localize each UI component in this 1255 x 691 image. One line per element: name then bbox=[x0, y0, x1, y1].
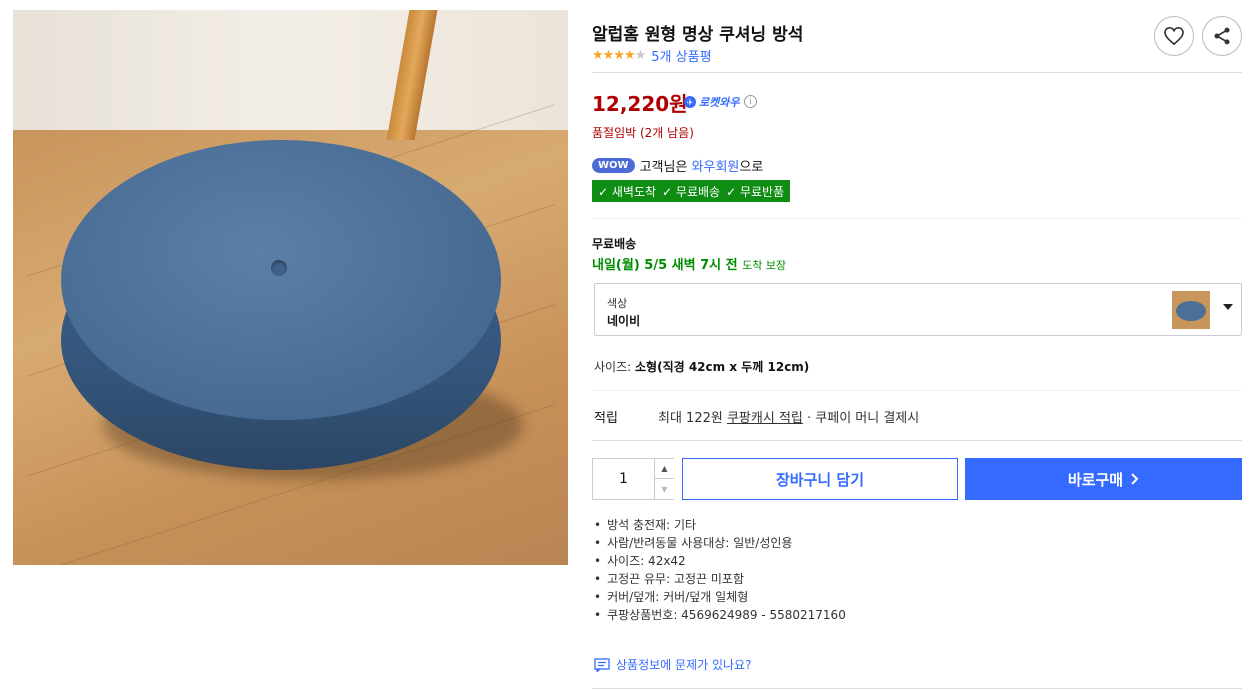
size-value: 소형(직경 42cm x 두께 12cm) bbox=[635, 360, 810, 374]
arrival-date: 내일(월) 5/5 새벽 7시 전 도착 보장 bbox=[592, 254, 786, 273]
rocket-label: 로켓와우 bbox=[699, 96, 740, 109]
add-to-cart-button[interactable]: 장바구니 담기 bbox=[682, 458, 958, 500]
coupang-cash-link[interactable]: 쿠팡캐시 적립 bbox=[727, 407, 803, 426]
star-icon: ★ bbox=[602, 48, 615, 63]
share-button[interactable] bbox=[1202, 16, 1242, 56]
report-issue-label: 상품정보에 문제가 있나요? bbox=[616, 658, 752, 672]
star-icon: ★ bbox=[592, 48, 604, 63]
caret-down-icon bbox=[1223, 304, 1233, 310]
rating-stars: ★★★★★ bbox=[592, 48, 647, 63]
attribute-item: 쿠팡상품번호: 4569624989 - 5580217160 bbox=[594, 606, 846, 624]
product-rating[interactable]: ★★★★★ 5개 상품평 bbox=[592, 46, 712, 65]
size-info: 사이즈: 소형(직경 42cm x 두께 12cm) bbox=[594, 358, 809, 375]
shipping-label: 무료배송 bbox=[592, 237, 637, 251]
share-icon bbox=[1214, 27, 1230, 45]
quantity-input[interactable] bbox=[593, 459, 654, 499]
benefit-dawn-delivery: 새벽도착 bbox=[598, 183, 656, 200]
divider bbox=[592, 72, 1242, 73]
product-title: 알럽홈 원형 명상 쿠셔닝 방석 bbox=[592, 25, 804, 45]
rocket-badge: ✈ 로켓와우 bbox=[684, 94, 739, 110]
product-info-panel: 알럽홈 원형 명상 쿠셔닝 방석 ★★★★★ 5개 상품평 12,220원 ✈ … bbox=[592, 0, 1242, 691]
option-thumbnail bbox=[1172, 291, 1210, 329]
option-label: 색상 bbox=[607, 297, 628, 310]
wow-text-after: 으로 bbox=[739, 160, 764, 175]
star-empty-icon: ★ bbox=[634, 48, 647, 63]
product-main-image[interactable] bbox=[13, 10, 568, 565]
divider bbox=[592, 440, 1242, 441]
wow-member-line: WOW 고객님은 와우회원 으로 bbox=[592, 156, 763, 175]
quantity-decrease-icon[interactable]: ▼ bbox=[654, 479, 674, 499]
reward-info: 적립 최대 122원 쿠팡캐시 적립 · 쿠페이 머니 결제시 bbox=[594, 407, 919, 426]
arrival-date-text: 내일(월) 5/5 새벽 7시 전 bbox=[592, 258, 738, 273]
buy-now-label: 바로구매 bbox=[1067, 470, 1124, 489]
star-icon: ★ bbox=[623, 48, 636, 63]
reward-suffix: · 쿠페이 머니 결제시 bbox=[807, 411, 920, 426]
info-icon[interactable]: i bbox=[744, 95, 757, 108]
reward-prefix: 최대 122원 bbox=[658, 411, 723, 426]
size-label: 사이즈: bbox=[594, 360, 632, 374]
reward-label: 적립 bbox=[594, 411, 618, 426]
attribute-item: 사람/반려동물 사용대상: 일반/성인용 bbox=[594, 534, 846, 552]
option-value: 네이비 bbox=[607, 314, 641, 328]
wow-text-before: 고객님은 bbox=[639, 160, 688, 175]
divider bbox=[592, 688, 1242, 689]
image-cushion-top bbox=[61, 140, 501, 420]
buy-now-button[interactable]: 바로구매 bbox=[965, 458, 1242, 500]
color-option-select[interactable]: 색상 네이비 bbox=[594, 283, 1242, 336]
wow-benefits-badge: 새벽도착 무료배송 무료반품 bbox=[592, 180, 791, 202]
product-price: 12,220원 bbox=[592, 92, 688, 116]
quantity-stepper: ▲ ▼ bbox=[592, 458, 674, 500]
benefit-free-return: 무료반품 bbox=[726, 183, 784, 200]
attribute-item: 사이즈: 42x42 bbox=[594, 552, 846, 570]
product-attributes: 방석 충전재: 기타 사람/반려동물 사용대상: 일반/성인용 사이즈: 42x… bbox=[594, 516, 846, 624]
divider bbox=[592, 218, 1242, 219]
chevron-right-icon bbox=[1131, 473, 1139, 485]
review-count-link[interactable]: 5개 상품평 bbox=[651, 46, 711, 65]
benefit-free-shipping: 무료배송 bbox=[662, 183, 720, 200]
rocket-icon: ✈ bbox=[684, 96, 696, 108]
arrival-guarantee: 도착 보장 bbox=[742, 259, 787, 272]
attribute-item: 고정끈 유무: 고정끈 미포함 bbox=[594, 570, 846, 588]
quantity-increase-icon[interactable]: ▲ bbox=[654, 459, 674, 479]
image-cushion-button bbox=[271, 260, 287, 276]
attribute-item: 방석 충전재: 기타 bbox=[594, 516, 846, 534]
star-icon: ★ bbox=[613, 48, 625, 63]
chat-icon bbox=[594, 657, 610, 672]
attribute-item: 커버/덮개: 커버/덮개 일체형 bbox=[594, 588, 846, 606]
wishlist-button[interactable] bbox=[1154, 16, 1194, 56]
heart-icon bbox=[1164, 27, 1184, 45]
divider bbox=[592, 390, 1242, 391]
wow-member-link[interactable]: 와우회원 bbox=[692, 156, 740, 175]
wow-badge: WOW bbox=[592, 158, 635, 173]
report-issue-link[interactable]: 상품정보에 문제가 있나요? bbox=[594, 656, 751, 673]
stock-notice: 품절임박 (2개 남음) bbox=[592, 126, 694, 140]
